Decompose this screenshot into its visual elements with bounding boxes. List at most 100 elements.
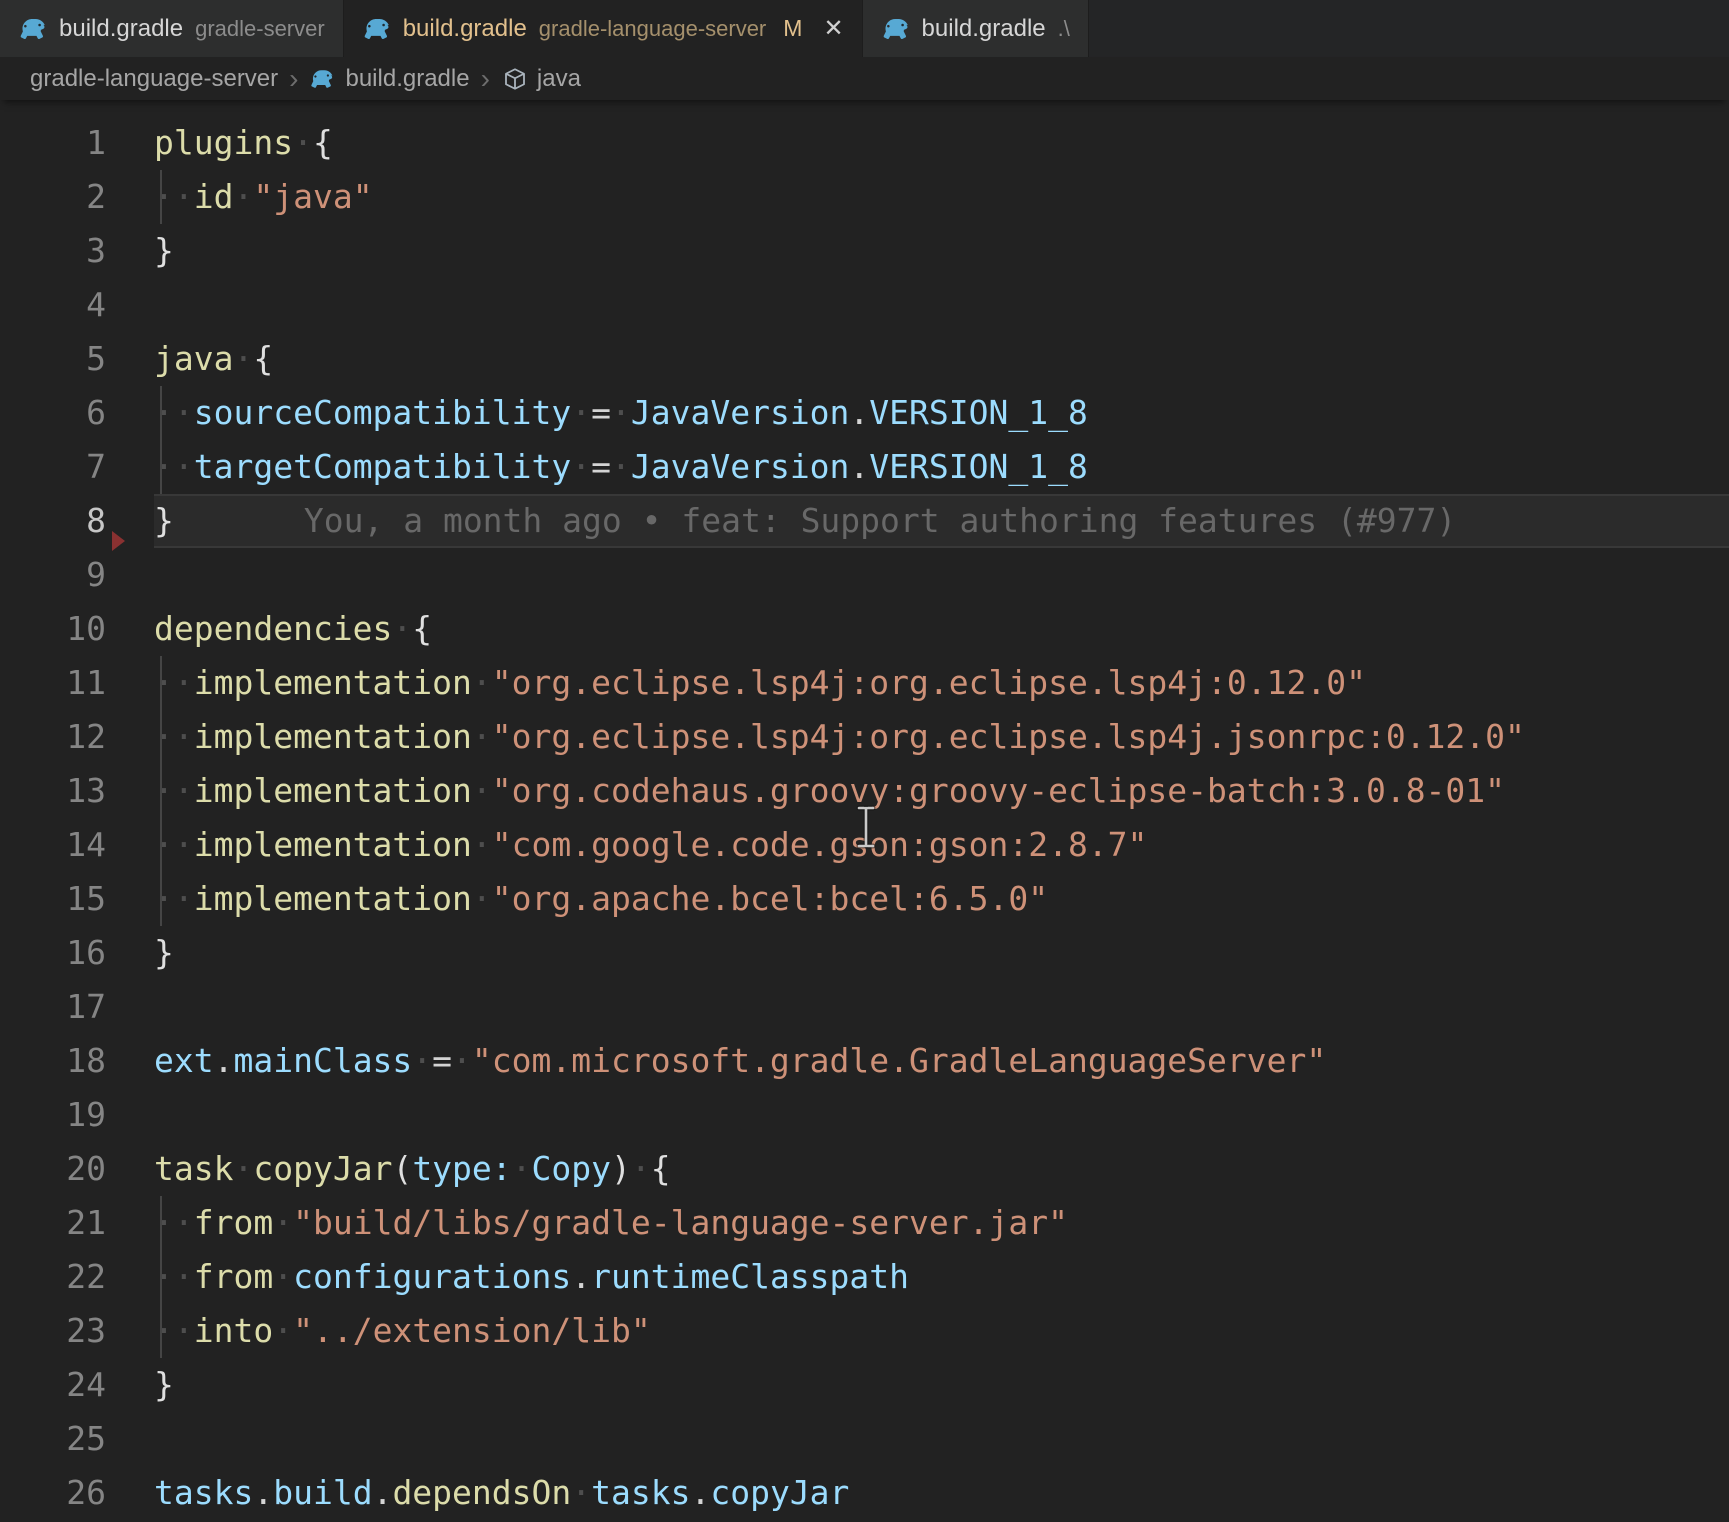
breadcrumb-item-gradle-language-server[interactable]: gradle-language-server (30, 65, 278, 93)
line-number[interactable]: 21 (0, 1196, 154, 1250)
whitespace-dots: ·· (154, 1311, 194, 1350)
line-number[interactable]: 19 (0, 1088, 154, 1142)
token-br: { (313, 123, 333, 162)
token-var: mainClass (233, 1041, 412, 1080)
code-line-content[interactable]: ··into·"../extension/lib" (154, 1304, 1729, 1358)
whitespace-dots: · (273, 1203, 293, 1242)
code-line: 10dependencies·{ (0, 602, 1729, 656)
code-line-content[interactable]: } (154, 224, 1729, 278)
token-kw: java (154, 339, 233, 378)
code-line-content[interactable]: dependencies·{ (154, 602, 1729, 656)
code-line-content[interactable]: plugins·{ (154, 116, 1729, 170)
line-number[interactable]: 25 (0, 1412, 154, 1466)
line-number[interactable]: 6 (0, 386, 154, 440)
whitespace-dots: ·· (154, 771, 194, 810)
code-line: 24} (0, 1358, 1729, 1412)
line-number[interactable]: 7 (0, 440, 154, 494)
whitespace-dots: · (392, 609, 412, 648)
code-line-content[interactable]: ··implementation·"org.eclipse.lsp4j:org.… (154, 710, 1729, 764)
line-number[interactable]: 23 (0, 1304, 154, 1358)
whitespace-dots: ·· (154, 447, 194, 486)
breadcrumb-item-java[interactable]: java (501, 65, 581, 93)
token-var: Copy (532, 1149, 611, 1188)
code-line-content[interactable]: ··id·"java" (154, 170, 1729, 224)
chevron-separator-icon: › (287, 63, 300, 95)
tab-description: gradle-language-server (539, 16, 766, 42)
whitespace-dots: ·· (154, 717, 194, 756)
code-editor[interactable]: 1plugins·{2··id·"java"3}45java·{6··sourc… (0, 100, 1729, 1520)
line-number[interactable]: 18 (0, 1034, 154, 1088)
tab-1-build-gradle[interactable]: build.gradlegradle-server (0, 0, 344, 57)
whitespace-dots: · (472, 879, 492, 918)
code-line-content[interactable]: } (154, 1358, 1729, 1412)
line-number[interactable]: 4 (0, 278, 154, 332)
line-number[interactable]: 9 (0, 548, 154, 602)
breadcrumb-label: java (537, 65, 581, 93)
code-line-content[interactable]: ··targetCompatibility·=·JavaVersion.VERS… (154, 440, 1729, 494)
line-number[interactable]: 8 (0, 494, 154, 548)
code-line-content[interactable]: ··implementation·"org.codehaus.groovy:gr… (154, 764, 1729, 818)
token-var: tasks (591, 1473, 690, 1512)
code-line-content[interactable]: ext.mainClass·=·"com.microsoft.gradle.Gr… (154, 1034, 1729, 1088)
code-line-content[interactable]: task·copyJar(type:·Copy)·{ (154, 1142, 1729, 1196)
tab-label: build.gradle (922, 15, 1046, 43)
token-kw: implementation (194, 879, 472, 918)
token-var: build (273, 1473, 372, 1512)
line-number[interactable]: 12 (0, 710, 154, 764)
line-number[interactable]: 11 (0, 656, 154, 710)
code-line-content[interactable]: ··from·configurations.runtimeClasspath (154, 1250, 1729, 1304)
code-line-content[interactable] (154, 278, 1729, 332)
close-icon[interactable]: ✕ (823, 17, 843, 41)
code-line: 5java·{ (0, 332, 1729, 386)
code-line-content[interactable]: ··implementation·"com.google.code.gson:g… (154, 818, 1729, 872)
code-line-content[interactable] (154, 1088, 1729, 1142)
line-number[interactable]: 15 (0, 872, 154, 926)
code-line-content[interactable]: ··sourceCompatibility·=·JavaVersion.VERS… (154, 386, 1729, 440)
line-number[interactable]: 2 (0, 170, 154, 224)
whitespace-dots: ·· (154, 1257, 194, 1296)
line-number[interactable]: 14 (0, 818, 154, 872)
code-line: 4 (0, 278, 1729, 332)
token-op: . (253, 1473, 273, 1512)
token-kw: id (194, 177, 234, 216)
whitespace-dots: · (611, 393, 631, 432)
line-number[interactable]: 13 (0, 764, 154, 818)
code-line-content[interactable]: ··from·"build/libs/gradle-language-serve… (154, 1196, 1729, 1250)
code-line: 8}You, a month ago • feat: Support autho… (0, 494, 1729, 548)
code-line-content[interactable] (154, 1412, 1729, 1466)
code-line-content[interactable] (154, 980, 1729, 1034)
line-number[interactable]: 24 (0, 1358, 154, 1412)
line-number[interactable]: 1 (0, 116, 154, 170)
code-line-content[interactable]: java·{ (154, 332, 1729, 386)
code-line: 21··from·"build/libs/gradle-language-ser… (0, 1196, 1729, 1250)
token-br: { (412, 609, 432, 648)
line-number[interactable]: 22 (0, 1250, 154, 1304)
whitespace-dots: ·· (154, 663, 194, 702)
line-number[interactable]: 10 (0, 602, 154, 656)
token-op: . (214, 1041, 234, 1080)
token-op: = (432, 1041, 452, 1080)
breadcrumb-item-build-gradle[interactable]: build.gradle (309, 65, 469, 93)
token-var: VERSION_1_8 (869, 447, 1088, 486)
code-line-content[interactable]: ··implementation·"org.apache.bcel:bcel:6… (154, 872, 1729, 926)
line-number[interactable]: 20 (0, 1142, 154, 1196)
code-line-content[interactable] (154, 548, 1729, 602)
whitespace-dots: ·· (154, 825, 194, 864)
line-number[interactable]: 26 (0, 1466, 154, 1520)
token-str: "org.eclipse.lsp4j:org.eclipse.lsp4j:0.1… (492, 663, 1366, 702)
line-number[interactable]: 16 (0, 926, 154, 980)
code-line-content[interactable]: tasks.build.dependsOn·tasks.copyJar (154, 1466, 1729, 1520)
whitespace-dots: · (571, 393, 591, 432)
line-number[interactable]: 3 (0, 224, 154, 278)
tab-2-build-gradle[interactable]: build.gradlegradle-language-serverM✕ (344, 0, 863, 57)
whitespace-dots: ·· (154, 177, 194, 216)
tab-3-build-gradle[interactable]: build.gradle.\ (863, 0, 1089, 57)
gradle-elephant-icon (881, 16, 913, 42)
code-line-content[interactable]: } (154, 926, 1729, 980)
line-number[interactable]: 17 (0, 980, 154, 1034)
line-number[interactable]: 5 (0, 332, 154, 386)
code-line-content[interactable]: ··implementation·"org.eclipse.lsp4j:org.… (154, 656, 1729, 710)
token-str: "com.google.code.gson:gson:2.8.7" (492, 825, 1148, 864)
token-kw: plugins (154, 123, 293, 162)
code-line-content[interactable]: }You, a month ago • feat: Support author… (154, 494, 1729, 548)
